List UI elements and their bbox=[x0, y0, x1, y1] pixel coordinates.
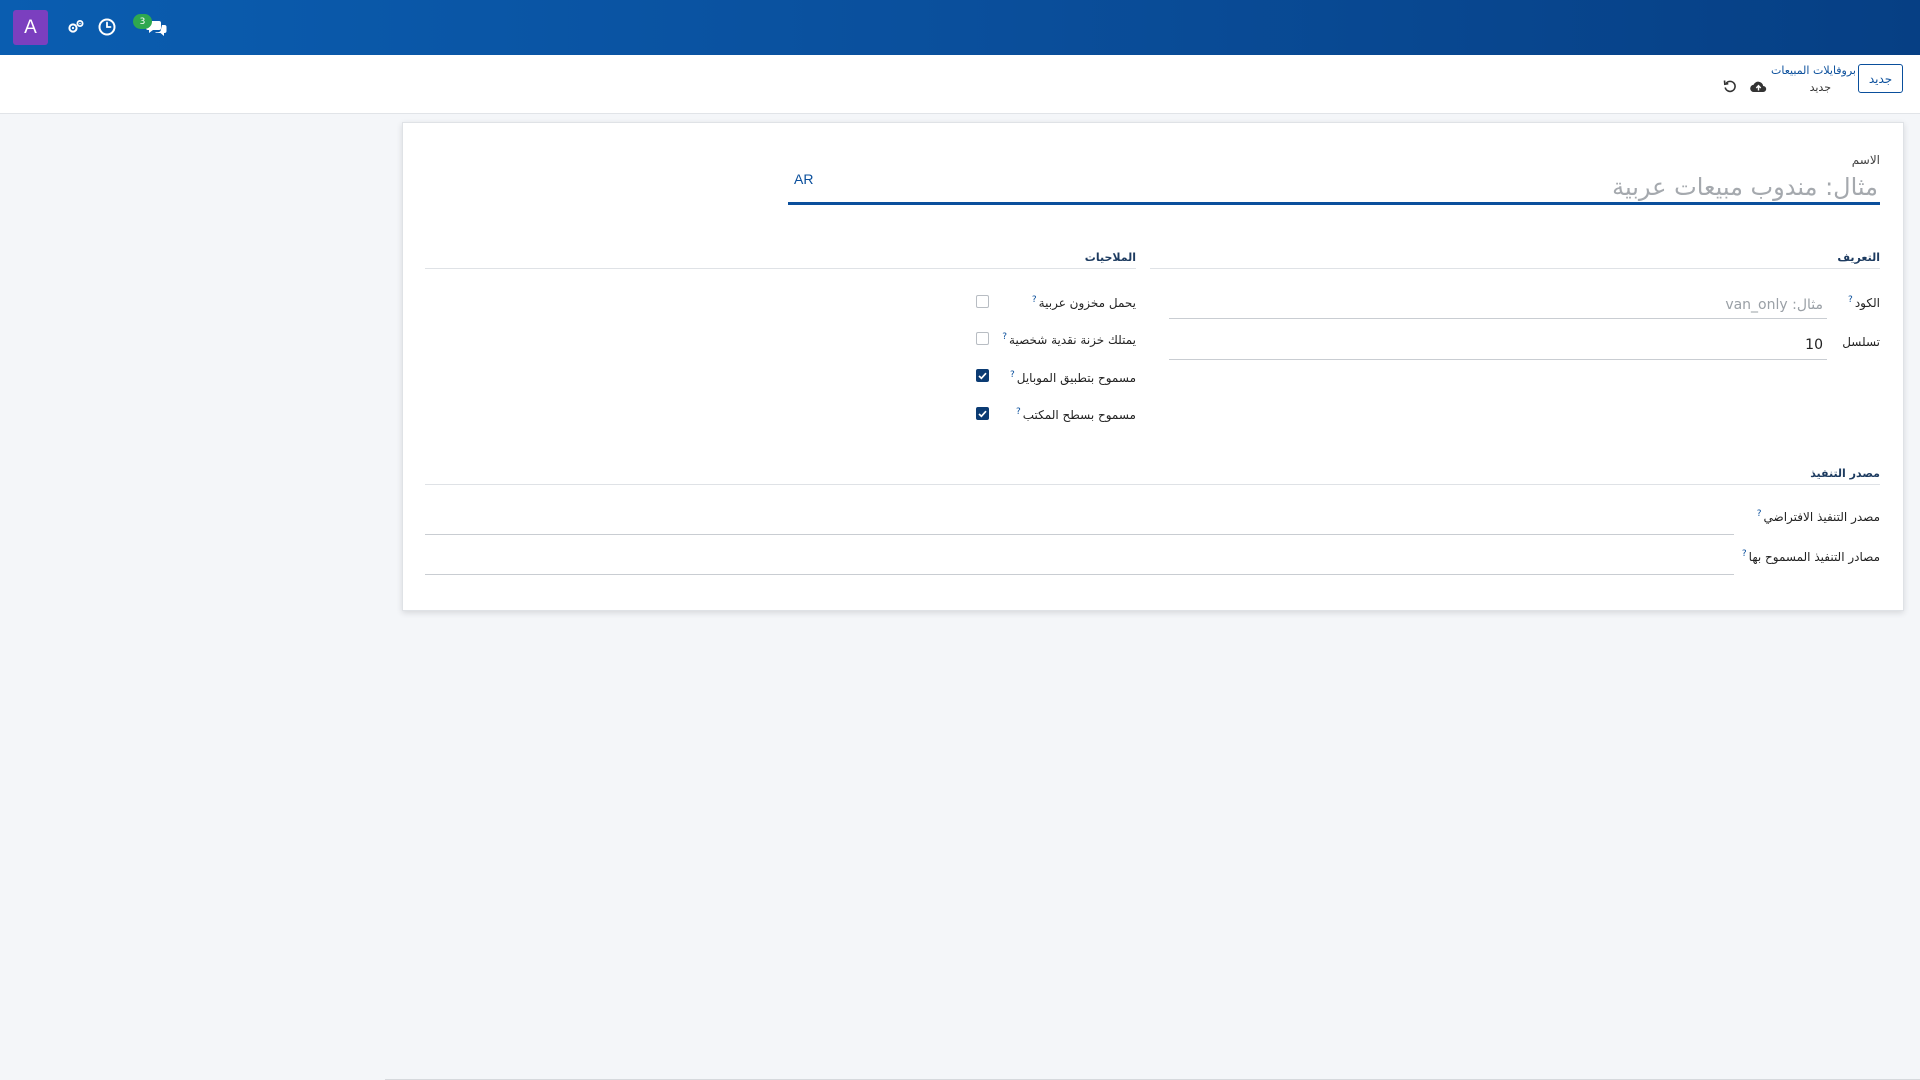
identification-section-title: التعريف bbox=[1837, 251, 1880, 264]
permission-label-text: مسموح بسطح المكتب bbox=[1022, 408, 1136, 422]
checkbox-mobile-app[interactable] bbox=[976, 369, 989, 382]
sequence-label: تسلسل bbox=[1842, 335, 1880, 349]
control-panel: جديد بروفايلات المبيعات جديد bbox=[0, 55, 1920, 114]
permission-label-carry-van-stock: يحمل مخزون عربية? bbox=[1032, 295, 1136, 310]
identification-divider bbox=[1150, 268, 1880, 269]
new-button[interactable]: جديد bbox=[1858, 64, 1903, 93]
permissions-section-title: الملاحيات bbox=[1084, 251, 1136, 264]
default-execution-source-label: مصدر التنفيذ الافتراضي? bbox=[1757, 509, 1880, 524]
allowed-execution-sources-input[interactable] bbox=[425, 545, 1734, 575]
permission-label-personal-cashbox: يمتلك خزنة نقدية شخصية? bbox=[1002, 332, 1136, 347]
execution-source-section-title: مصدر التنفيذ bbox=[1810, 467, 1880, 480]
permission-label-mobile-app: مسموح بتطبيق الموبايل? bbox=[1010, 370, 1136, 385]
permission-label-text: مسموح بتطبيق الموبايل bbox=[1016, 371, 1136, 385]
chat-badge: 3 bbox=[133, 14, 152, 29]
permission-label-text: يمتلك خزنة نقدية شخصية bbox=[1009, 333, 1136, 347]
code-input[interactable] bbox=[1169, 291, 1827, 319]
breadcrumb-current: جديد bbox=[1809, 81, 1831, 94]
code-label: الكود? bbox=[1848, 295, 1880, 310]
execution-source-divider bbox=[425, 484, 1880, 485]
settings-cogs-icon[interactable] bbox=[64, 15, 88, 39]
permission-help-icon[interactable]: ? bbox=[1002, 332, 1007, 342]
default-execution-source-input[interactable] bbox=[425, 505, 1734, 535]
code-label-text: الكود bbox=[1854, 296, 1880, 310]
permission-help-icon[interactable]: ? bbox=[1016, 407, 1021, 417]
breadcrumb-parent-link[interactable]: بروفايلات المبيعات bbox=[1771, 64, 1856, 77]
default-execution-source-help-icon[interactable]: ? bbox=[1757, 509, 1762, 519]
code-help-icon[interactable]: ? bbox=[1848, 295, 1853, 305]
cloud-save-icon[interactable] bbox=[1749, 77, 1767, 95]
clock-icon[interactable] bbox=[95, 15, 119, 39]
allowed-execution-sources-help-icon[interactable]: ? bbox=[1742, 549, 1747, 559]
checkbox-personal-cashbox[interactable] bbox=[976, 332, 989, 345]
name-input[interactable] bbox=[788, 172, 1880, 205]
permission-label-desktop: مسموح بسطح المكتب? bbox=[1016, 407, 1136, 422]
permission-help-icon[interactable]: ? bbox=[1010, 370, 1015, 380]
sequence-input[interactable] bbox=[1169, 330, 1827, 360]
check-icon bbox=[978, 410, 987, 418]
name-label: الاسم bbox=[1851, 153, 1880, 167]
default-execution-source-text: مصدر التنفيذ الافتراضي bbox=[1763, 510, 1880, 524]
permission-label-text: يحمل مخزون عربية bbox=[1038, 296, 1136, 310]
allowed-execution-sources-label: مصادر التنفيذ المسموح بها? bbox=[1742, 549, 1880, 564]
user-avatar[interactable]: A bbox=[13, 10, 48, 45]
allowed-execution-sources-text: مصادر التنفيذ المسموح بها bbox=[1748, 550, 1880, 564]
check-icon bbox=[978, 372, 987, 380]
checkbox-carry-van-stock[interactable] bbox=[976, 295, 989, 308]
form-sheet: الاسم AR التعريف الكود? تسلسل الملاحيات … bbox=[402, 122, 1904, 611]
permissions-divider bbox=[425, 268, 1136, 269]
top-navbar: A 3 bbox=[0, 0, 1920, 55]
language-button[interactable]: AR bbox=[794, 171, 813, 187]
checkbox-desktop[interactable] bbox=[976, 407, 989, 420]
permission-help-icon[interactable]: ? bbox=[1032, 295, 1037, 305]
discard-undo-icon[interactable] bbox=[1721, 77, 1739, 95]
